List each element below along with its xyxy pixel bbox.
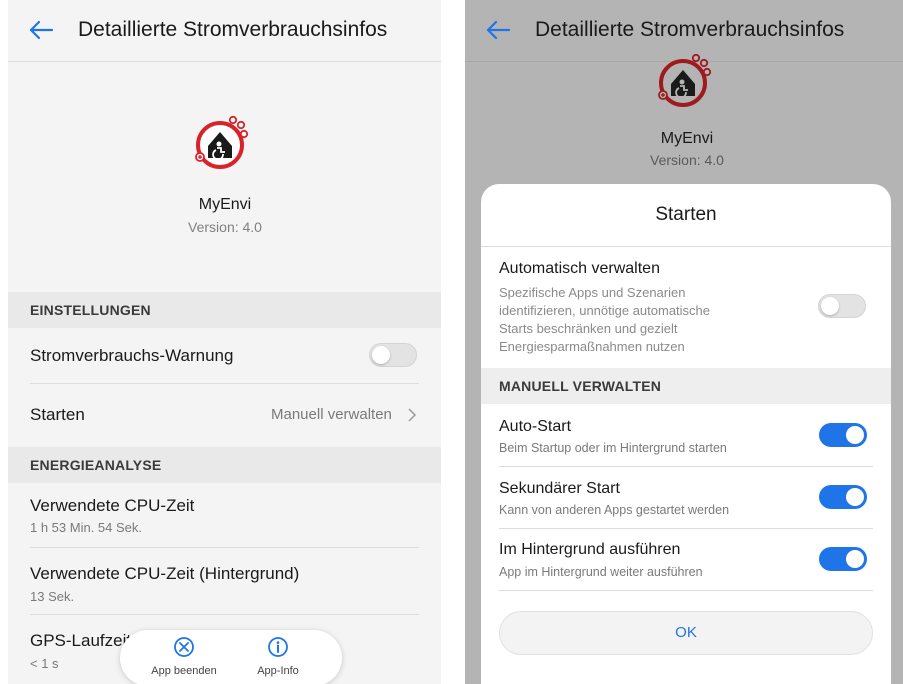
divider: [481, 246, 891, 247]
toggle-knob: [846, 550, 864, 568]
info-icon: [268, 637, 288, 657]
stop-app-label: App beenden: [151, 665, 217, 677]
dialog-title: Starten: [655, 204, 717, 225]
description-line: identifizieren, unnötige automatische: [499, 303, 711, 318]
app-name: MyEnvi: [660, 130, 714, 147]
gps-time-label: GPS-Laufzeit: [30, 631, 132, 650]
ok-button[interactable]: OK: [499, 611, 873, 655]
app-version: Version: 4.0: [188, 219, 262, 235]
cpu-time-label: Verwendete CPU-Zeit: [30, 496, 195, 515]
auto-start-description: Beim Startup oder im Hintergrund starten: [499, 441, 727, 455]
divider: [30, 547, 419, 548]
bottom-action-bar: App beenden App-Info: [120, 630, 342, 684]
app-info-button[interactable]: App-Info: [238, 636, 318, 677]
toggle-knob: [372, 346, 390, 364]
chevron-right-icon: [408, 408, 417, 422]
app-info-label: App-Info: [257, 665, 299, 677]
page-title: Detaillierte Stromverbrauchsinfos: [78, 18, 388, 41]
auto-manage-description: Spezifische Apps und Szenarien identifiz…: [499, 284, 767, 356]
run-background-toggle[interactable]: [819, 547, 867, 571]
power-warning-toggle[interactable]: [369, 343, 417, 367]
start-value: Manuell verwalten: [271, 406, 392, 423]
back-arrow-icon[interactable]: [485, 17, 511, 43]
divider: [499, 466, 873, 467]
auto-start-toggle[interactable]: [819, 423, 867, 447]
divider: [30, 383, 419, 384]
myenvi-app-icon: [195, 115, 249, 169]
back-arrow-icon[interactable]: [28, 17, 54, 43]
auto-start-label: Auto-Start: [499, 418, 572, 435]
auto-manage-label: Automatisch verwalten: [499, 260, 660, 277]
stop-app-button[interactable]: App beenden: [144, 636, 224, 677]
cpu-bg-time-label: Verwendete CPU-Zeit (Hintergrund): [30, 564, 300, 583]
myenvi-app-icon: [658, 53, 712, 107]
auto-manage-toggle[interactable]: [818, 294, 866, 318]
description-line: Starts beschränken und gezielt: [499, 321, 678, 336]
secondary-start-toggle[interactable]: [819, 485, 867, 509]
run-background-description: App im Hintergrund weiter ausführen: [499, 565, 703, 579]
divider: [30, 614, 419, 615]
description-line: Spezifische Apps und Szenarien: [499, 285, 686, 300]
secondary-start-label: Sekundärer Start: [499, 480, 620, 497]
close-circle-icon: [174, 637, 194, 657]
gps-time-value: < 1 s: [30, 656, 59, 671]
cpu-bg-time-value: 13 Sek.: [30, 589, 75, 604]
start-label: Starten: [30, 405, 85, 424]
start-dialog-screen: Detaillierte Stromverbrauchsinfos MyEnvi…: [465, 0, 903, 684]
run-background-label: Im Hintergrund ausführen: [499, 541, 681, 558]
section-header-manual: MANUELL VERWALTEN: [481, 368, 891, 404]
start-dialog: Starten Automatisch verwalten Spezifisch…: [481, 184, 891, 684]
app-bar: Detaillierte Stromverbrauchsinfos: [8, 0, 441, 62]
toggle-knob: [821, 297, 839, 315]
description-line: Energiesparmaßnahmen nutzen: [499, 339, 685, 354]
cpu-time-value: 1 h 53 Min. 54 Sek.: [30, 520, 143, 535]
page-title: Detaillierte Stromverbrauchsinfos: [535, 18, 845, 41]
toggle-knob: [846, 426, 864, 444]
secondary-start-description: Kann von anderen Apps gestartet werden: [499, 503, 730, 517]
section-header-energy: ENERGIEANALYSE: [8, 447, 441, 483]
app-name: MyEnvi: [198, 196, 252, 213]
power-details-screen: Detaillierte Stromverbrauchsinfos MyEnvi…: [8, 0, 441, 684]
section-header-settings: EINSTELLUNGEN: [8, 292, 441, 328]
divider: [499, 590, 873, 591]
divider: [499, 528, 873, 529]
power-warning-label: Stromverbrauchs-Warnung: [30, 346, 234, 365]
toggle-knob: [846, 488, 864, 506]
app-version: Version: 4.0: [650, 152, 724, 168]
